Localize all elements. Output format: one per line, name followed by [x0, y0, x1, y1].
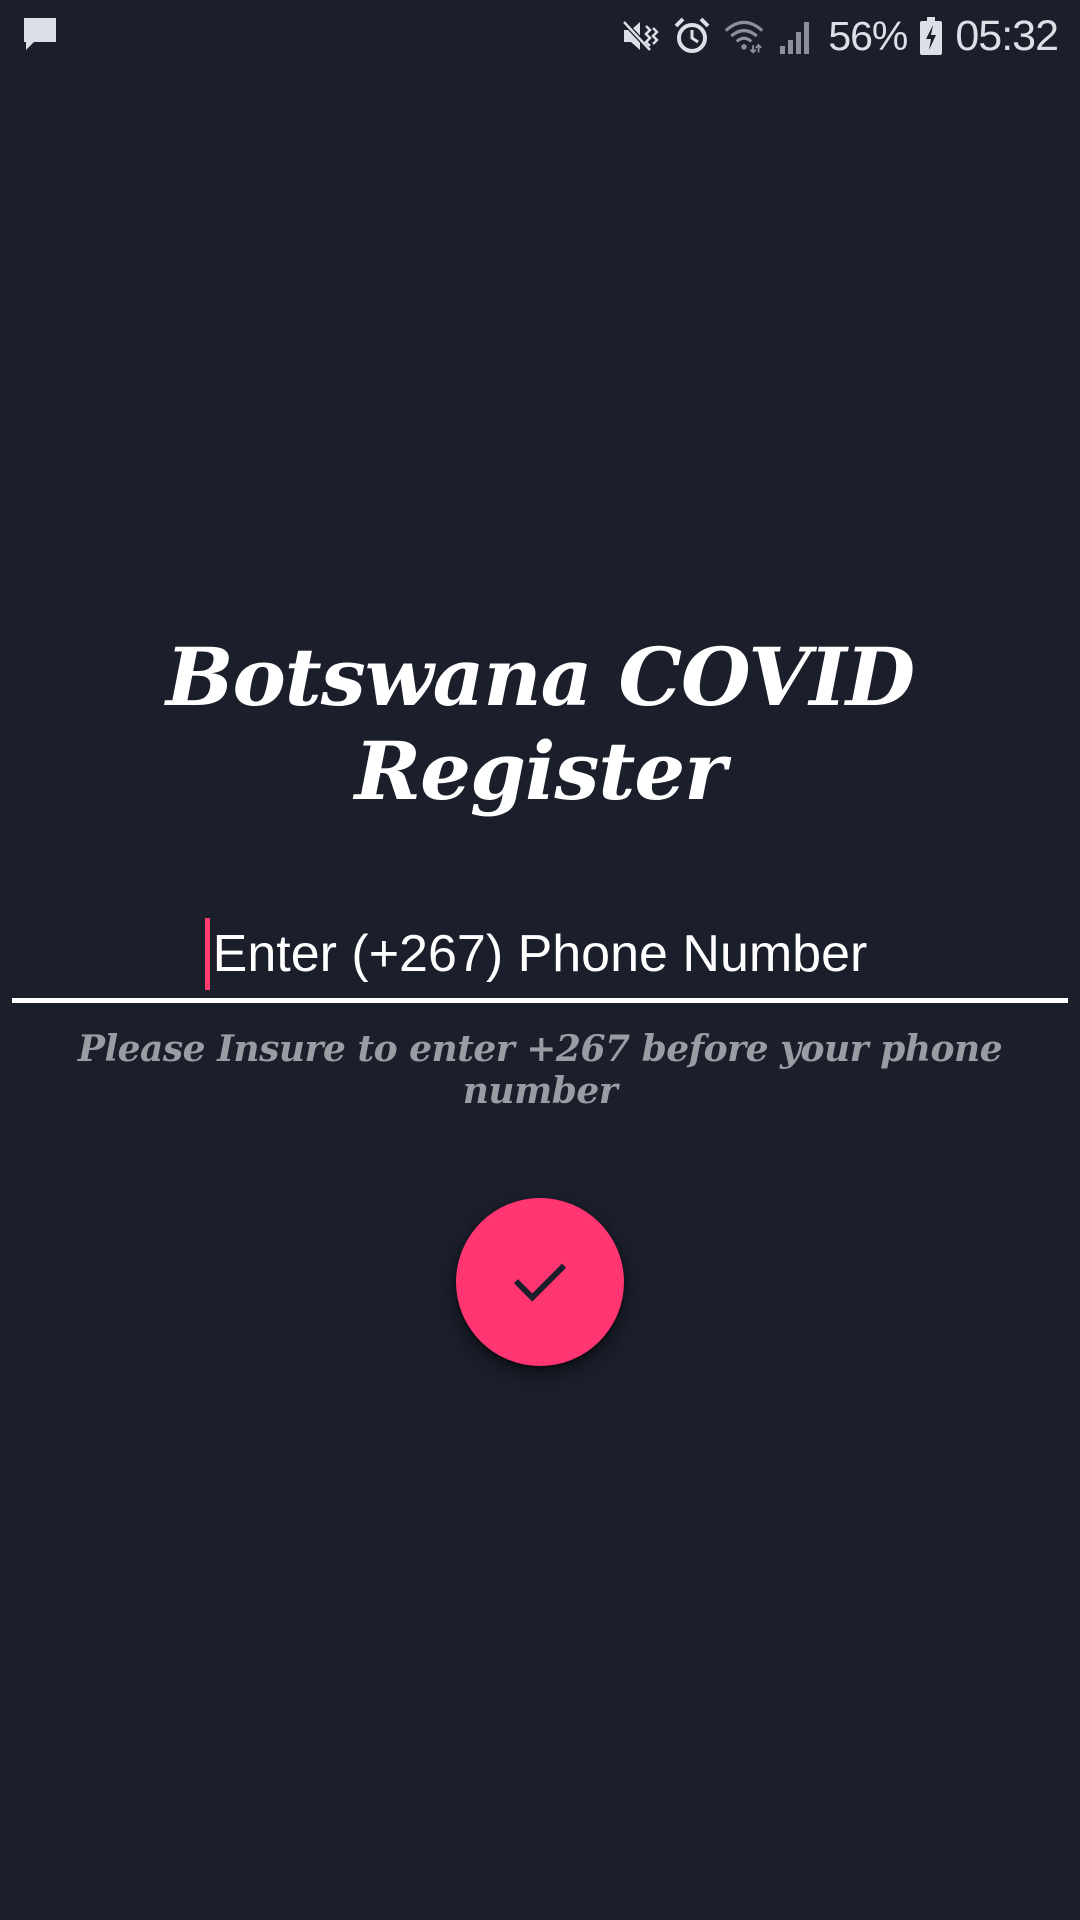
battery-percent: 56% [828, 12, 908, 59]
phone-number-input[interactable] [12, 910, 1068, 998]
battery-charging-icon [919, 16, 943, 56]
alarm-icon [672, 16, 712, 56]
check-icon [513, 1263, 567, 1302]
wifi-icon [724, 16, 764, 56]
signal-icon [776, 16, 816, 56]
status-bar: 56% 05:32 [0, 0, 1080, 72]
mute-vibrate-icon [620, 16, 660, 56]
status-icons: 56% 05:32 [620, 11, 1059, 60]
page-title: Botswana COVID Register [165, 630, 915, 818]
submit-button[interactable] [456, 1198, 624, 1366]
text-caret [205, 918, 210, 990]
chat-bubble-icon [22, 16, 58, 52]
phone-format-hint: Please Insure to enter +267 before your … [77, 1028, 1003, 1112]
clock-time: 05:32 [955, 11, 1059, 60]
input-underline [12, 998, 1068, 1003]
phone-number-field[interactable] [12, 910, 1068, 1003]
